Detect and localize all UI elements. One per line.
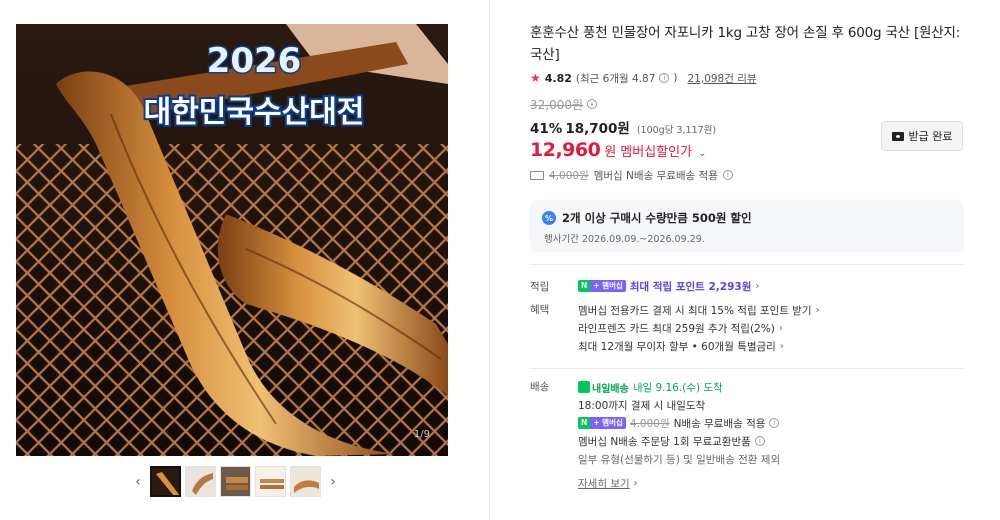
benefit-item[interactable]: 멤버십 전용카드 결제 시 최대 15% 적립 포인트 받기 ›: [578, 301, 964, 319]
info-icon[interactable]: i: [659, 73, 670, 83]
tomorrow-delivery-icon: [578, 381, 590, 393]
chevron-right-icon: ›: [815, 304, 820, 316]
delivery-section: 배송 내일배송 내일 9.16.(수) 도착 18:00까지 결제 시 내일도착…: [530, 378, 964, 492]
shipping-row: 4,000원 멤버십 N배송 무료배송 적용 i: [530, 167, 964, 183]
recent-rating-close: ): [673, 72, 678, 84]
chevron-right-icon: ›: [779, 340, 784, 352]
thumbnail[interactable]: [185, 466, 216, 497]
points-label: 적립: [530, 281, 550, 293]
exchange-line: 멤버십 N배송 주문당 1회 무료교환반품 i: [578, 432, 964, 450]
image-counter: 1/9: [413, 429, 430, 440]
tomorrow-delivery-badge: 내일배송: [578, 380, 629, 395]
points-section: 적립 N + 멤버십 최대 적립 포인트 2,293원 ›: [530, 279, 964, 294]
sale-price: 18,700원: [565, 121, 630, 137]
price-info-icon[interactable]: i: [587, 99, 598, 109]
truck-icon: [530, 170, 544, 180]
delivery-info-icon[interactable]: i: [769, 418, 780, 428]
rating-score: 4.82: [544, 71, 572, 85]
thumb-next-arrow-icon[interactable]: ›: [325, 467, 341, 497]
max-points-text: 최대 적립 포인트 2,293원: [629, 280, 752, 293]
member-price: 12,960: [530, 139, 601, 161]
promo-title-row: % 2개 이상 구매시 수량만큼 500원 할인: [542, 210, 952, 226]
arrival-date: 내일 9.16.(수) 도착: [632, 381, 723, 394]
delivery-arrival-line: 내일배송 내일 9.16.(수) 도착: [578, 378, 964, 396]
promo-title: 2개 이상 구매시 수량만큼 500원 할인: [562, 211, 752, 225]
naver-membership-badge: N + 멤버십: [578, 417, 626, 429]
coupon-button-label: 받급 완료: [908, 130, 953, 143]
benefit-item[interactable]: 최대 12개월 무이자 할부 • 60개월 특별금리 ›: [578, 337, 964, 355]
shipping-info-icon[interactable]: i: [722, 170, 733, 180]
original-price-value: 32,000원: [530, 97, 584, 112]
naver-membership-badge: N + 멤버십: [578, 280, 626, 292]
main-product-image[interactable]: 2026 대한민국수산대전 1/9: [16, 24, 448, 456]
review-count-link[interactable]: 21,098건 리뷰: [688, 71, 757, 86]
member-price-label: 멤버십할인가: [620, 145, 693, 160]
product-gallery: 2026 대한민국수산대전 1/9 ‹ ›: [0, 0, 490, 520]
recent-rating: (최근 6개월 4.87: [575, 72, 656, 85]
product-info-panel: 훈훈수산 풍천 민물장어 자포니카 1kg 고창 장어 손질 후 600g 국산…: [530, 22, 964, 492]
rating-row: ★ 4.82 (최근 6개월 4.87 i ) 21,098건 리뷰: [530, 70, 964, 86]
promo-period: 행사기간 2026.09.09.~2026.09.29.: [544, 234, 705, 245]
overlay-event-title: 대한민국수산대전: [144, 95, 365, 130]
delivery-fee-text: N배송 무료배송 적용: [673, 417, 766, 430]
chevron-right-icon: ›: [633, 477, 638, 489]
coupon-button[interactable]: 받급 완료: [881, 121, 963, 151]
more-details-link[interactable]: 자세히 보기 ›: [578, 474, 964, 492]
delivery-fee-strike: 4,000원: [629, 417, 670, 430]
benefit-item[interactable]: 라인프렌즈 카드 최대 259원 추가 적립(2%) ›: [578, 319, 964, 337]
chevron-down-icon[interactable]: ⌄: [698, 148, 706, 159]
thumbnail[interactable]: [150, 466, 181, 497]
benefits-section: 혜택 멤버십 전용카드 결제 시 최대 15% 적립 포인트 받기 › 라인프렌즈…: [530, 301, 964, 355]
panel-divider: [489, 0, 490, 520]
product-title: 훈훈수산 풍천 민물장어 자포니카 1kg 고창 장어 손질 후 600g 국산…: [530, 25, 961, 63]
promo-box: % 2개 이상 구매시 수량만큼 500원 할인 행사기간 2026.09.09…: [530, 200, 964, 252]
thumbnail[interactable]: [220, 466, 251, 497]
cutoff-line: 18:00까지 결제 시 내일도착: [578, 399, 706, 412]
thumbnail[interactable]: [290, 466, 321, 497]
shipping-text: 멤버십 N배송 무료배송 적용: [593, 169, 718, 182]
thumbnail-strip: ‹ ›: [130, 466, 341, 497]
unit-price: (100g당 3,117원): [636, 125, 717, 136]
divider: [530, 368, 964, 369]
thumb-prev-arrow-icon[interactable]: ‹: [130, 467, 146, 497]
shipping-fee-strike: 4,000원: [549, 169, 589, 182]
discount-rate: 41%: [530, 121, 563, 137]
percent-icon: %: [542, 211, 556, 225]
points-line[interactable]: N + 멤버십 최대 적립 포인트 2,293원 ›: [578, 279, 964, 293]
thumbnail[interactable]: [255, 466, 286, 497]
member-price-currency: 원: [604, 145, 617, 160]
benefits-label: 혜택: [530, 304, 550, 316]
overlay-year: 2026: [207, 41, 302, 81]
coupon-icon: [891, 131, 904, 141]
chevron-right-icon: ›: [778, 322, 783, 334]
star-icon: ★: [530, 71, 541, 85]
exchange-info-icon[interactable]: i: [754, 436, 765, 446]
delivery-label: 배송: [530, 381, 550, 393]
original-price: 32,000원 i: [530, 96, 964, 112]
divider: [530, 264, 964, 265]
delivery-fee-line: N + 멤버십 4,000원 N배송 무료배송 적용 i: [578, 414, 964, 432]
chevron-right-icon: ›: [755, 280, 760, 292]
exception-line: 일부 유형(선물하기 등) 및 일반배송 전환 제외: [578, 453, 781, 466]
